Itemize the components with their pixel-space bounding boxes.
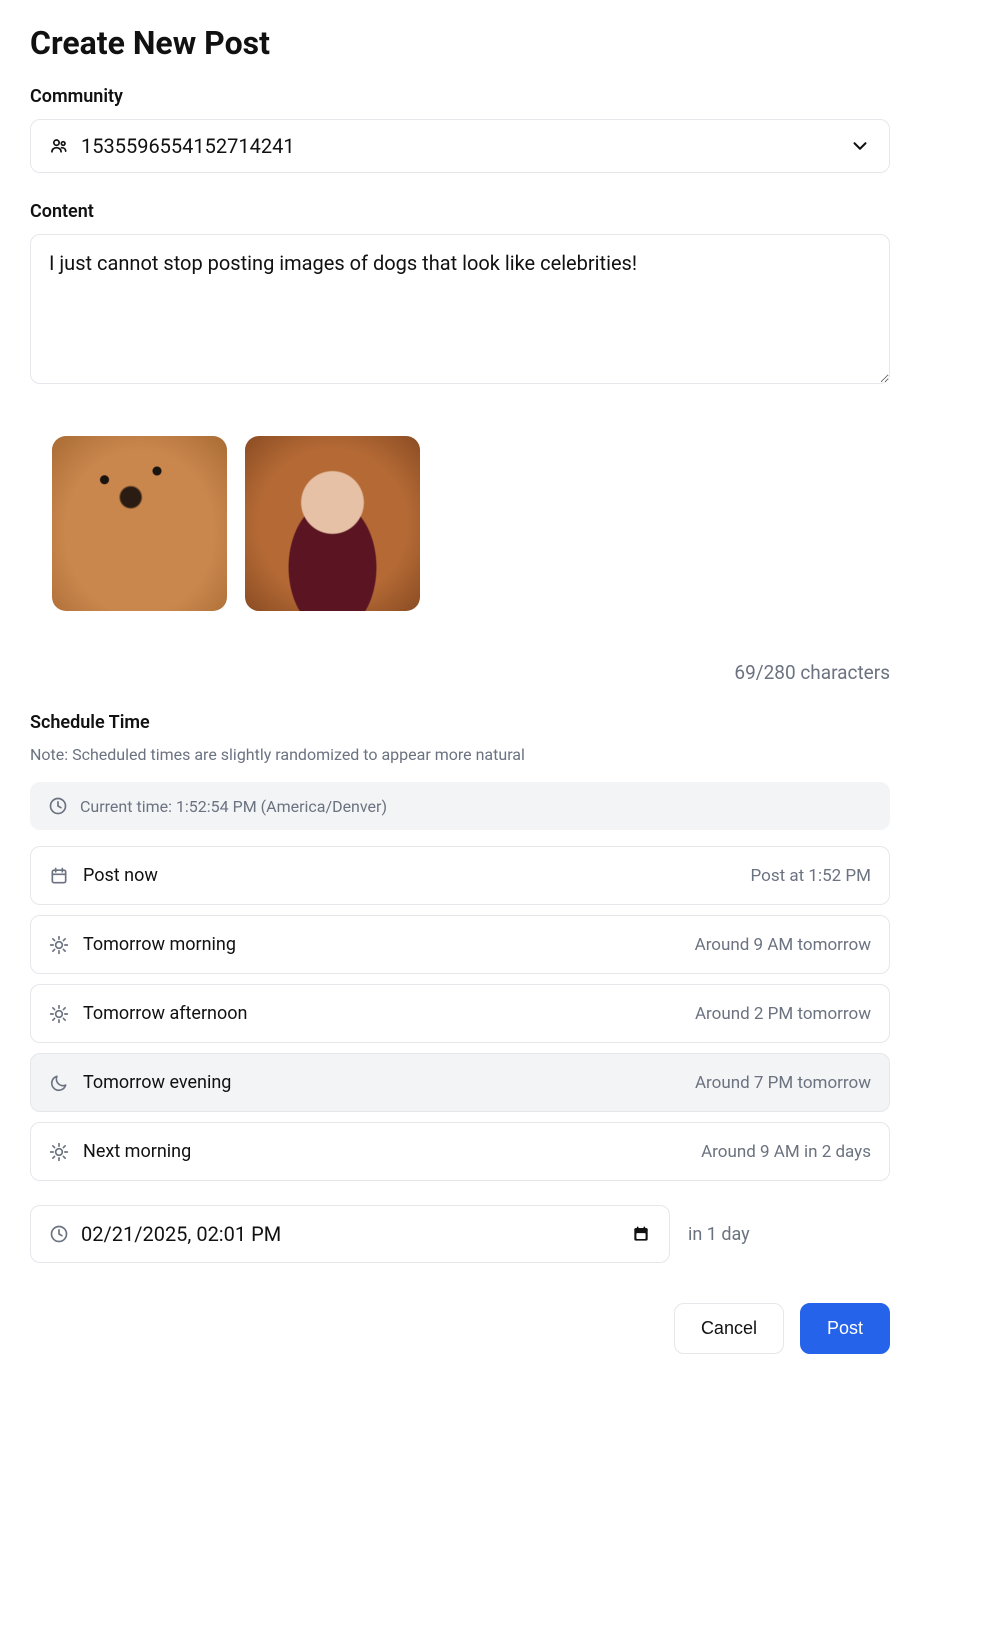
attachment-dog-image[interactable] xyxy=(52,436,227,611)
schedule-option-desc: Around 9 AM in 2 days xyxy=(701,1142,871,1162)
schedule-option-tm-morn[interactable]: Tomorrow morning Around 9 AM tomorrow xyxy=(30,915,890,974)
schedule-option-desc: Around 9 AM tomorrow xyxy=(695,935,871,955)
attachment-celebrity-image[interactable] xyxy=(245,436,420,611)
schedule-label: Schedule Time xyxy=(30,712,890,733)
content-label: Content xyxy=(30,201,890,222)
schedule-option-desc: Around 2 PM tomorrow xyxy=(695,1004,871,1024)
chevron-down-icon xyxy=(849,135,871,157)
community-select[interactable]: 1535596554152714241 xyxy=(30,119,890,173)
current-time-text: Current time: 1:52:54 PM (America/Denver… xyxy=(80,797,387,816)
schedule-option-label: Next morning xyxy=(83,1141,191,1162)
post-button[interactable]: Post xyxy=(800,1303,890,1354)
clock-icon xyxy=(48,796,68,816)
schedule-option-label: Post now xyxy=(83,865,158,886)
datetime-input[interactable]: 02/21/2025, 02:01 PM xyxy=(30,1205,670,1263)
users-icon xyxy=(49,136,69,156)
schedule-option-desc: Around 7 PM tomorrow xyxy=(695,1073,871,1093)
attachments xyxy=(52,436,890,611)
schedule-option-label: Tomorrow afternoon xyxy=(83,1003,247,1024)
sun-icon xyxy=(49,1004,69,1024)
cancel-button[interactable]: Cancel xyxy=(674,1303,784,1354)
calendar-icon xyxy=(631,1224,651,1244)
sun-icon xyxy=(49,935,69,955)
schedule-options: Post now Post at 1:52 PM Tomorrow morning A… xyxy=(30,846,890,1181)
schedule-option-desc: Post at 1:52 PM xyxy=(751,866,871,886)
datetime-value: 02/21/2025, 02:01 PM xyxy=(81,1222,281,1246)
clock-icon xyxy=(49,1224,69,1244)
schedule-option-label: Tomorrow morning xyxy=(83,934,236,955)
schedule-option-tm-eve[interactable]: Tomorrow evening Around 7 PM tomorrow xyxy=(30,1053,890,1112)
community-label: Community xyxy=(30,86,890,107)
schedule-option-label: Tomorrow evening xyxy=(83,1072,231,1093)
schedule-option-next-morn[interactable]: Next morning Around 9 AM in 2 days xyxy=(30,1122,890,1181)
schedule-note: Note: Scheduled times are slightly rando… xyxy=(30,745,890,764)
char-count: 69/280 characters xyxy=(30,661,890,684)
current-time-bar: Current time: 1:52:54 PM (America/Denver… xyxy=(30,782,890,830)
sun-icon xyxy=(49,1142,69,1162)
moon-icon xyxy=(49,1073,69,1093)
datetime-relative: in 1 day xyxy=(688,1224,750,1245)
page-title: Create New Post xyxy=(30,24,890,62)
community-selected: 1535596554152714241 xyxy=(81,134,295,158)
schedule-option-now[interactable]: Post now Post at 1:52 PM xyxy=(30,846,890,905)
content-textarea[interactable] xyxy=(30,234,890,384)
calendar-icon xyxy=(49,866,69,886)
schedule-option-tm-aft[interactable]: Tomorrow afternoon Around 2 PM tomorrow xyxy=(30,984,890,1043)
